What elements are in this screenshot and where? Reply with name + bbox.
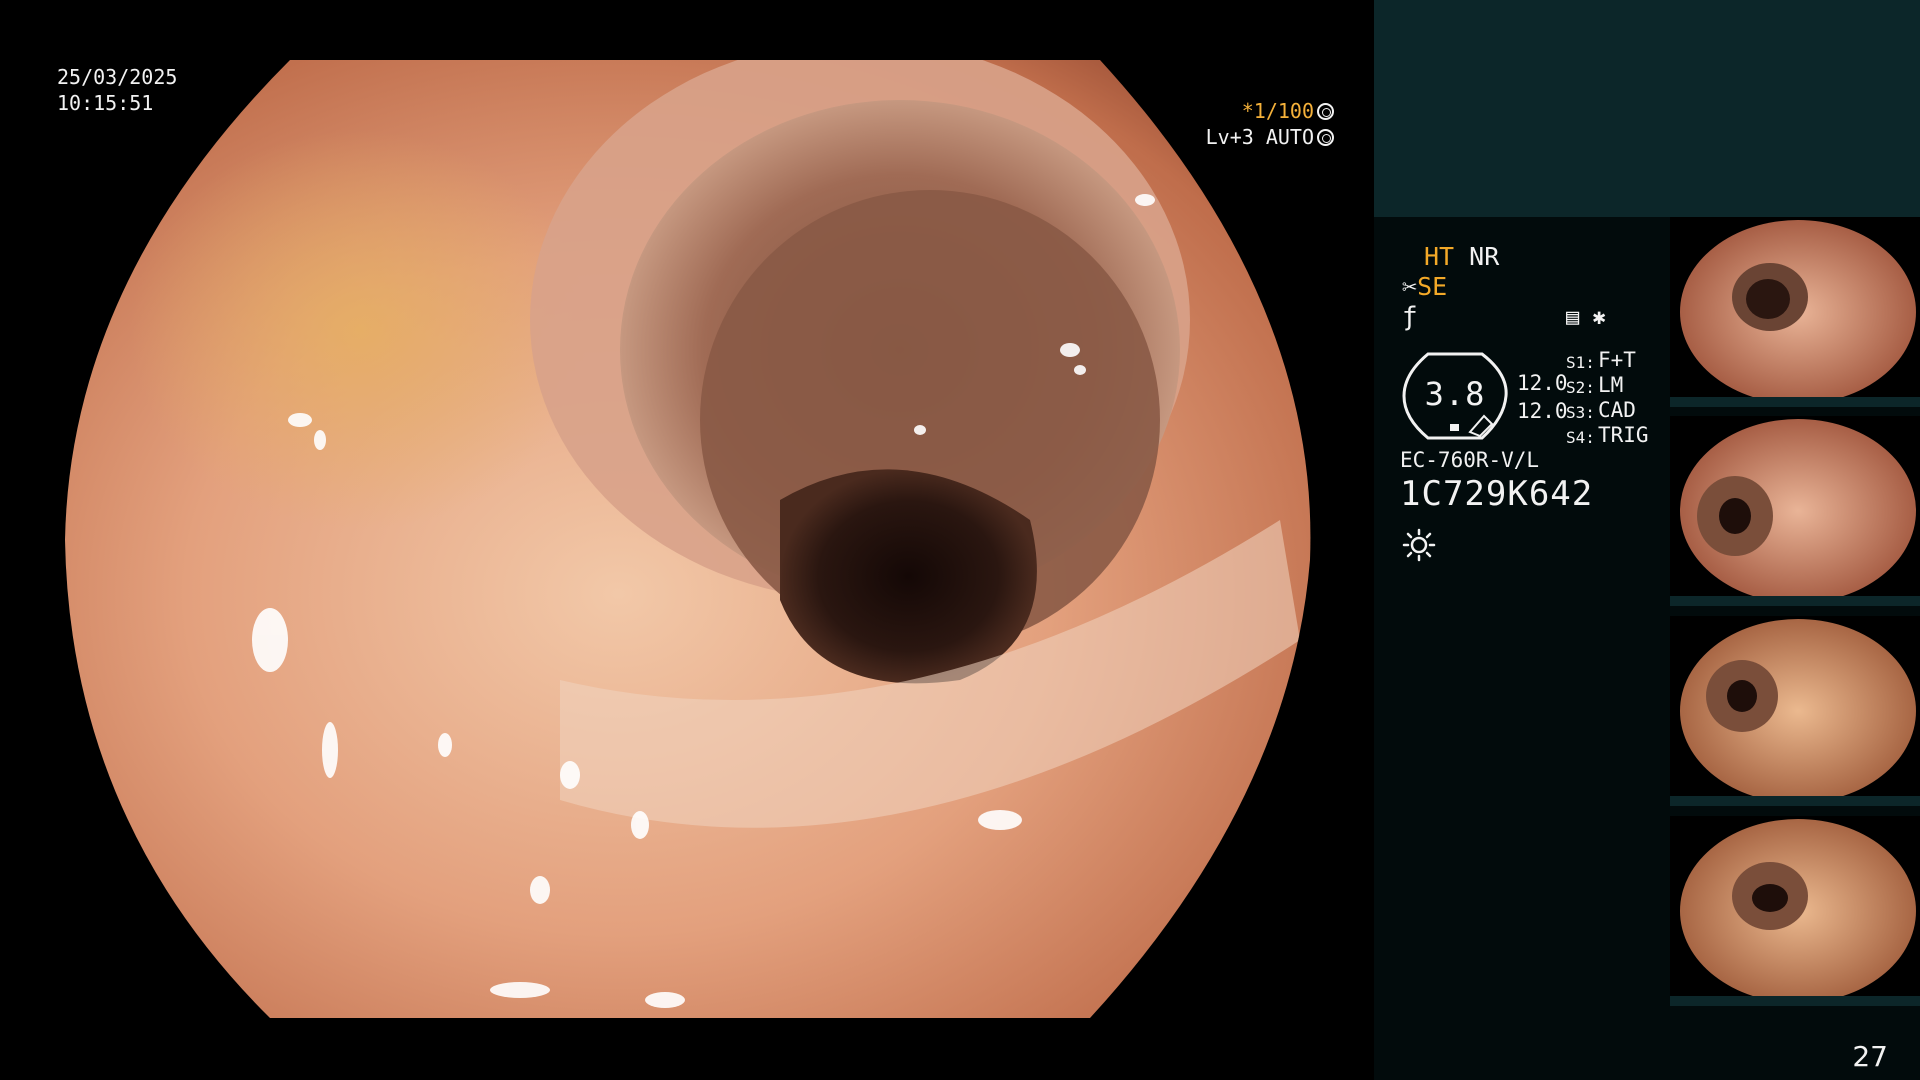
switch-2-label: S2: [1566, 378, 1595, 397]
thumbnail-strip [1670, 996, 1920, 1006]
captured-thumbnail-4[interactable] [1670, 816, 1920, 1006]
scope-model: EC-760R-V/L [1400, 448, 1540, 472]
info-panel: HT NR ✂SE ƒ ▤ ✱ 3.8 12.0 12.0 S1: F+T S2… [1374, 0, 1920, 1080]
panel-header-block [1374, 0, 1920, 217]
asterisk-icon: ✱ [1592, 305, 1606, 330]
captured-thumbnail-2[interactable] [1670, 416, 1920, 606]
captured-thumbnail-1[interactable] [1670, 217, 1920, 407]
structure-enhancement-row: ✂SE [1402, 272, 1447, 302]
time-text: 10:15:51 [57, 91, 154, 115]
light-source-icon [1402, 528, 1436, 562]
endoscope-live-view: 25/03/2025 10:15:51 *1/100 Lv+3 AUTO [0, 0, 1374, 1080]
switch-3-label: S3: [1566, 403, 1595, 422]
switch-2-value: LM [1598, 373, 1624, 397]
thumbnail-strip [1670, 596, 1920, 606]
switch-1-value: F+T [1598, 348, 1636, 372]
thumbnail-image [1680, 220, 1916, 404]
enhancement-row: HT NR [1424, 242, 1499, 272]
thumbnail-strip [1670, 397, 1920, 407]
image-count: 27 [1852, 1040, 1888, 1073]
value-readout-1: 12.0 [1517, 371, 1568, 395]
document-icon: ▤ [1566, 305, 1580, 330]
scope-serial-number: 1C729K642 [1400, 474, 1594, 514]
ht-indicator: HT [1424, 242, 1455, 271]
date-time-readout: 25/03/2025 10:15:51 [57, 64, 177, 116]
switch-1-label: S1: [1566, 353, 1595, 372]
zoom-value: 3.8 [1424, 375, 1486, 413]
date-text: 25/03/2025 [57, 65, 178, 89]
endoscopic-image [0, 0, 1374, 1080]
nr-indicator: NR [1469, 242, 1500, 271]
thumbnail-image [1680, 619, 1916, 803]
mode-text: AUTO [1265, 125, 1314, 149]
captured-thumbnail-3[interactable] [1670, 616, 1920, 806]
value-readout-2: 12.0 [1517, 399, 1568, 423]
auto-iris-icon [1317, 129, 1334, 146]
shutter-speed-text: *1/100 [1241, 99, 1314, 123]
thumbnail-strip [1670, 796, 1920, 806]
level-text: Lv+3 [1205, 125, 1254, 149]
thumbnail-image [1680, 419, 1916, 603]
exposure-readout: *1/100 Lv+3 AUTO [1206, 98, 1334, 150]
panel-icons: ▤ ✱ [1566, 305, 1606, 330]
scissors-icon: ✂ [1402, 272, 1418, 301]
switch-4-label: S4: [1566, 428, 1595, 447]
freeze-icon: ƒ [1402, 302, 1418, 332]
shutter-icon [1317, 103, 1334, 120]
switch-3-value: CAD [1598, 398, 1636, 422]
se-indicator: SE [1417, 272, 1448, 301]
thumbnail-image [1680, 819, 1916, 1003]
switch-4-value: TRIG [1598, 423, 1649, 447]
